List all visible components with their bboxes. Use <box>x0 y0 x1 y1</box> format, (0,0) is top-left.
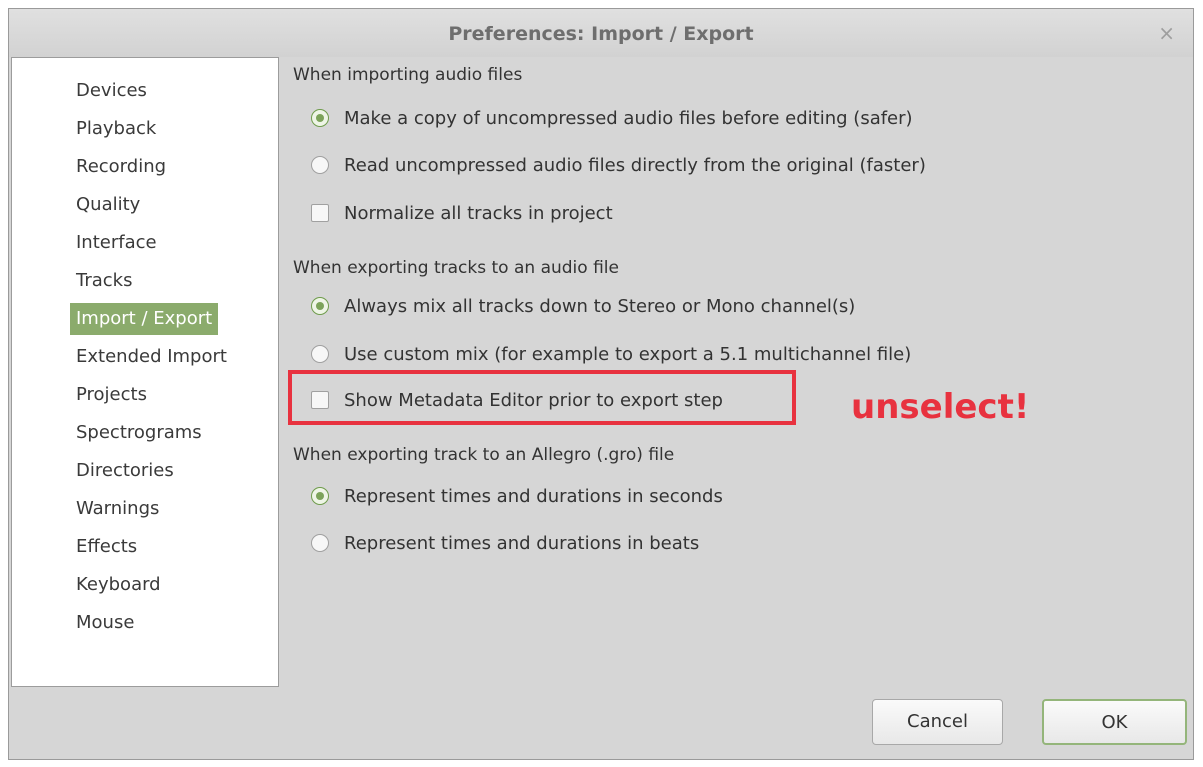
copy-files-label: Make a copy of uncompressed audio files … <box>344 107 913 129</box>
title-bar[interactable]: Preferences: Import / Export × <box>9 9 1193 57</box>
annotation-highlight-box <box>288 370 796 425</box>
radio-unselected-icon <box>311 345 329 363</box>
beats-label: Represent times and durations in beats <box>344 532 700 554</box>
radio-selected-icon <box>311 297 329 315</box>
close-icon[interactable]: × <box>1158 21 1175 45</box>
sidebar-item-quality[interactable]: Quality <box>70 189 146 221</box>
beats-radio[interactable]: Represent times and durations in beats <box>311 530 699 556</box>
sidebar-item-extended-import[interactable]: Extended Import <box>70 341 233 373</box>
custom-mix-radio[interactable]: Use custom mix (for example to export a … <box>311 341 911 367</box>
seconds-radio[interactable]: Represent times and durations in seconds <box>311 483 723 509</box>
sidebar-item-tracks[interactable]: Tracks <box>70 265 138 297</box>
seconds-label: Represent times and durations in seconds <box>344 485 723 507</box>
ok-button[interactable]: OK <box>1042 699 1187 745</box>
dialog-title: Preferences: Import / Export <box>448 23 754 45</box>
mix-down-radio[interactable]: Always mix all tracks down to Stereo or … <box>311 293 855 319</box>
radio-unselected-icon <box>311 534 329 552</box>
sidebar-item-projects[interactable]: Projects <box>70 379 153 411</box>
sidebar-item-directories[interactable]: Directories <box>70 455 180 487</box>
normalize-checkbox[interactable]: Normalize all tracks in project <box>311 200 613 226</box>
importing-group-title: When importing audio files <box>293 65 523 85</box>
radio-unselected-icon <box>311 156 329 174</box>
radio-selected-icon <box>311 109 329 127</box>
sidebar-item-keyboard[interactable]: Keyboard <box>70 569 167 601</box>
sidebar-item-mouse[interactable]: Mouse <box>70 607 140 639</box>
read-directly-label: Read uncompressed audio files directly f… <box>344 154 926 176</box>
exporting-group-title: When exporting tracks to an audio file <box>293 258 619 278</box>
sidebar-item-recording[interactable]: Recording <box>70 151 172 183</box>
read-directly-radio[interactable]: Read uncompressed audio files directly f… <box>311 152 926 178</box>
preferences-dialog: Preferences: Import / Export × Devices P… <box>8 8 1194 760</box>
mix-down-label: Always mix all tracks down to Stereo or … <box>344 295 856 317</box>
annotation-text: unselect! <box>851 387 1030 427</box>
checkbox-unchecked-icon <box>311 204 329 222</box>
sidebar-item-import-export[interactable]: Import / Export <box>70 303 219 335</box>
custom-mix-label: Use custom mix (for example to export a … <box>344 343 912 365</box>
sidebar-item-playback[interactable]: Playback <box>70 113 162 145</box>
allegro-group-title: When exporting track to an Allegro (.gro… <box>293 445 675 465</box>
sidebar-item-interface[interactable]: Interface <box>70 227 163 259</box>
sidebar-item-effects[interactable]: Effects <box>70 531 143 563</box>
category-list[interactable]: Devices Playback Recording Quality Inter… <box>11 57 279 687</box>
copy-files-radio[interactable]: Make a copy of uncompressed audio files … <box>311 105 913 131</box>
cancel-button[interactable]: Cancel <box>872 699 1003 745</box>
sidebar-item-devices[interactable]: Devices <box>70 75 153 107</box>
normalize-label: Normalize all tracks in project <box>344 202 613 224</box>
radio-selected-icon <box>311 487 329 505</box>
sidebar-item-warnings[interactable]: Warnings <box>70 493 165 525</box>
sidebar-item-spectrograms[interactable]: Spectrograms <box>70 417 208 449</box>
